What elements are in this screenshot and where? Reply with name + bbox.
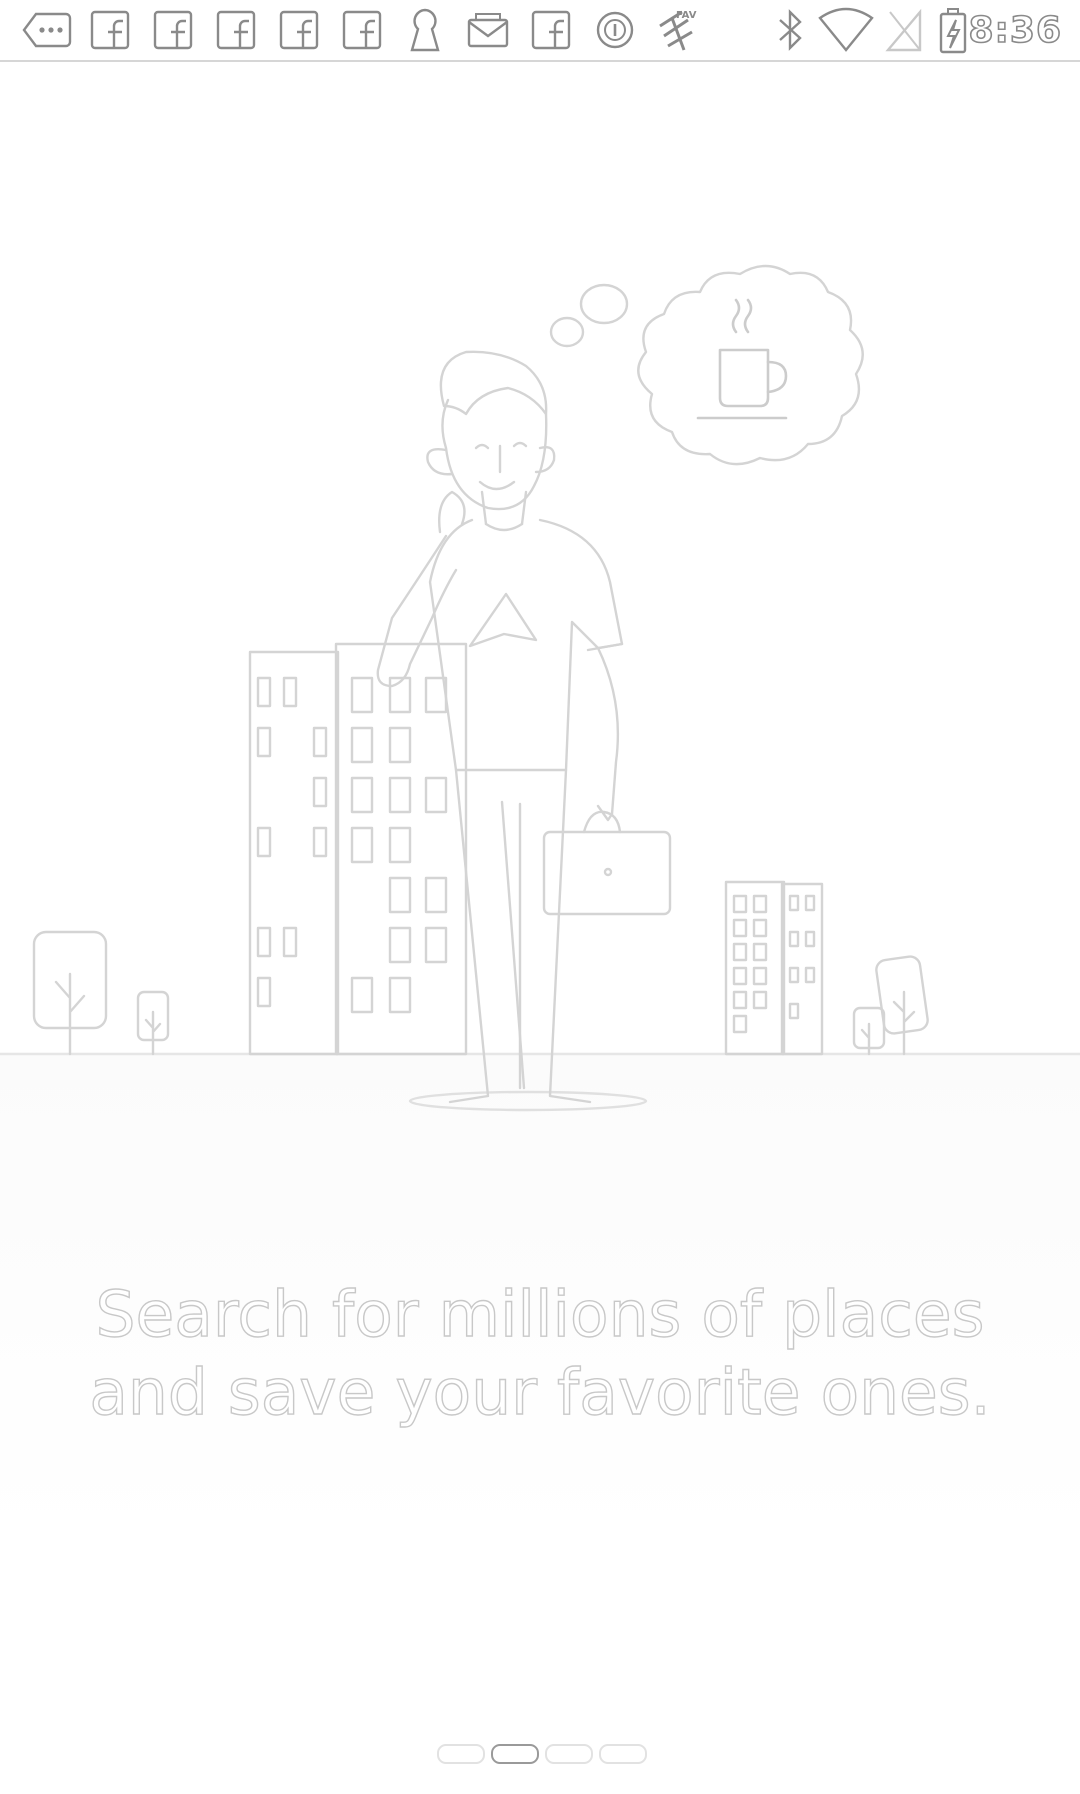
keyhole-icon — [408, 6, 442, 54]
status-bar: FAV 8:36 — [0, 0, 1080, 62]
facebook-icon — [216, 6, 256, 54]
svg-text:FAV: FAV — [676, 10, 697, 21]
person-illustration — [376, 350, 672, 1104]
thought-bubble-small — [549, 316, 585, 348]
page-dot-1[interactable] — [437, 1744, 485, 1764]
wifi-icon — [818, 6, 874, 54]
facebook-icon — [279, 6, 319, 54]
facebook-icon — [153, 6, 193, 54]
tagline-line-1: Search for millions of places — [95, 1277, 985, 1351]
onboarding-illustration — [0, 62, 1080, 1122]
tree-icon — [136, 990, 170, 1056]
page-dot-2[interactable] — [491, 1744, 539, 1764]
mail-icon — [466, 6, 510, 54]
fav-app-icon: FAV — [652, 6, 702, 54]
page-dot-3[interactable] — [545, 1744, 593, 1764]
more-notifications-icon — [22, 6, 72, 54]
circle-app-icon — [594, 6, 636, 54]
tagline-line-2: and save your favorite ones. — [89, 1355, 992, 1429]
onboarding-tagline: Search for millions of places and save y… — [60, 1276, 1020, 1432]
bluetooth-icon — [774, 6, 806, 54]
coffee-cup-icon — [696, 298, 788, 420]
building-right-icon — [724, 880, 824, 1056]
tree-icon — [852, 1006, 886, 1056]
no-sim-icon — [884, 6, 924, 54]
person-shadow — [408, 1090, 648, 1112]
building-left-icon — [248, 642, 468, 1056]
thought-bubble-cloud — [637, 264, 864, 466]
facebook-icon — [531, 6, 571, 54]
thought-bubble-medium — [579, 283, 629, 325]
facebook-icon — [342, 6, 382, 54]
battery-charging-icon — [938, 6, 968, 54]
page-indicator — [437, 1744, 647, 1764]
tree-icon — [32, 930, 108, 1056]
page-dot-4[interactable] — [599, 1744, 647, 1764]
facebook-icon — [90, 6, 130, 54]
onboarding-screen: FAV 8:36 Search for millions of places a… — [0, 0, 1080, 1794]
status-bar-clock: 8:36 — [968, 9, 1062, 52]
